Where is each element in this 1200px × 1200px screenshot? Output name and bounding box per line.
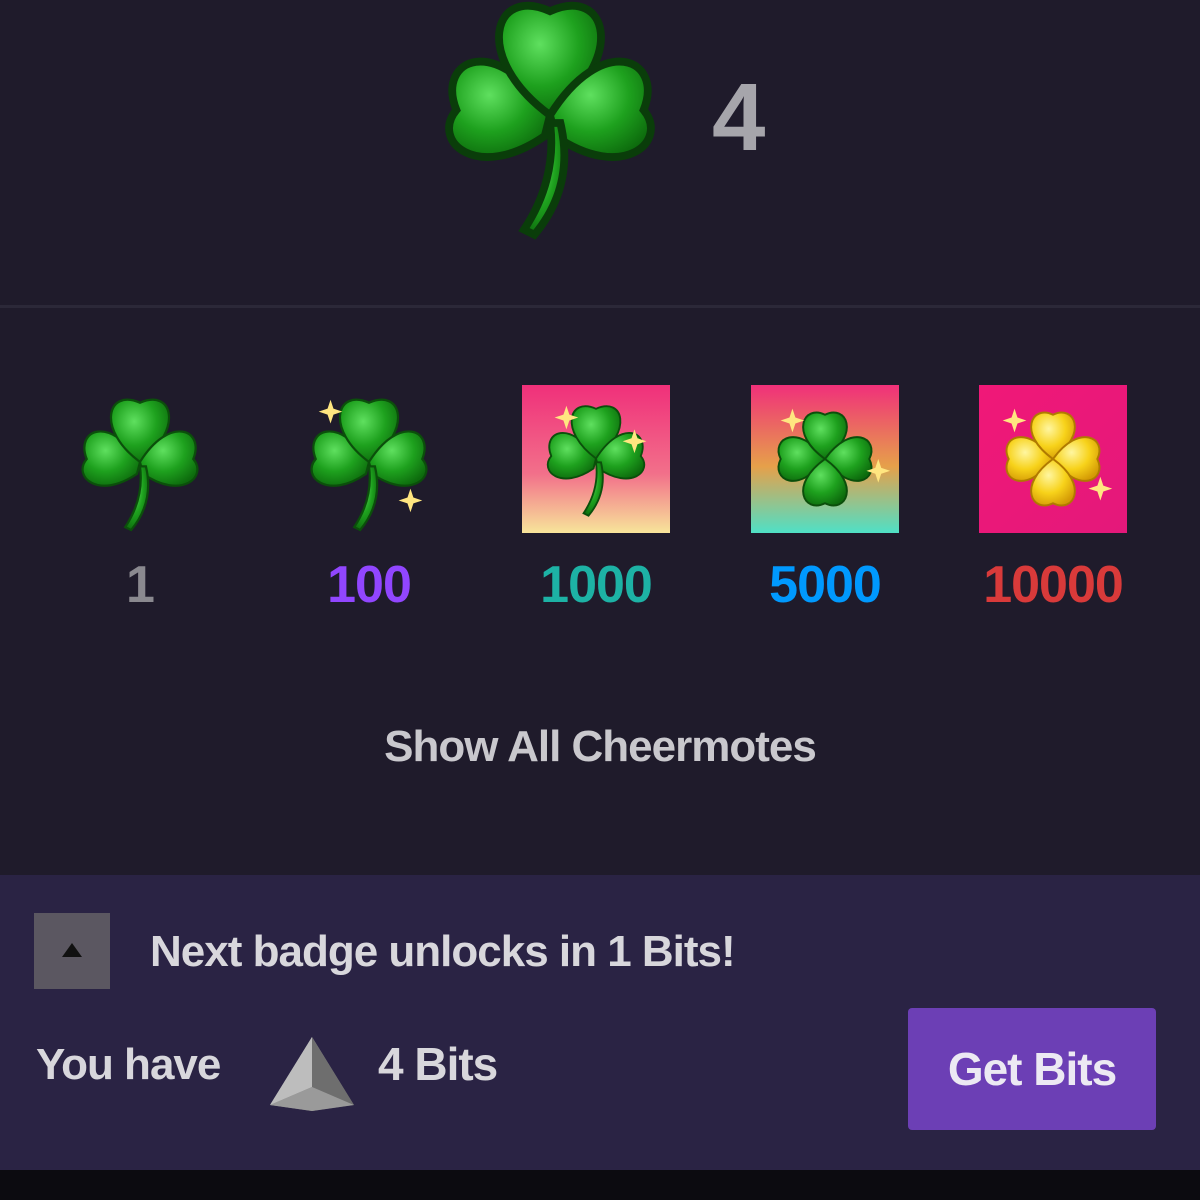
hero-shamrock-icon [410,0,690,240]
next-badge-message: Next badge unlocks in 1 Bits! [150,927,736,976]
tier-100[interactable]: 100 [254,385,484,625]
sparkle-shamrock-icon [310,398,428,532]
bits-gem-icon [270,1037,354,1111]
tier-5000[interactable]: 5000 [710,385,940,625]
triangle-up-icon [62,943,82,957]
you-have-label: You have [36,1040,221,1089]
gold-clover-tile-icon [979,385,1127,533]
get-bits-button[interactable]: Get Bits [908,1008,1156,1130]
bits-balance: 4 Bits [378,1038,498,1090]
show-all-cheermotes-link[interactable]: Show All Cheermotes [0,722,1200,772]
tier-label: 1000 [540,556,653,614]
tier-label: 1 [126,556,155,614]
divider [0,305,1200,308]
hero-bits-amount: 4 [712,64,766,171]
bottom-strip [0,1170,1200,1200]
shamrock-tile-icon [522,385,670,533]
tier-10000[interactable]: 10000 [938,385,1168,625]
tier-1000[interactable]: 1000 [481,385,711,625]
four-leaf-clover-tile-icon [751,385,899,533]
tier-label: 10000 [983,556,1124,614]
tier-1[interactable]: 1 [25,385,255,625]
tier-label: 5000 [769,556,882,614]
shamrock-icon [81,398,199,532]
badge-icon [34,913,110,989]
tier-label: 100 [327,556,412,614]
bits-footer: Next badge unlocks in 1 Bits! You have 4… [0,875,1200,1170]
cheer-panel: 4 1 100 1000 5000 10000 Show All Cheermo… [0,0,1200,1170]
